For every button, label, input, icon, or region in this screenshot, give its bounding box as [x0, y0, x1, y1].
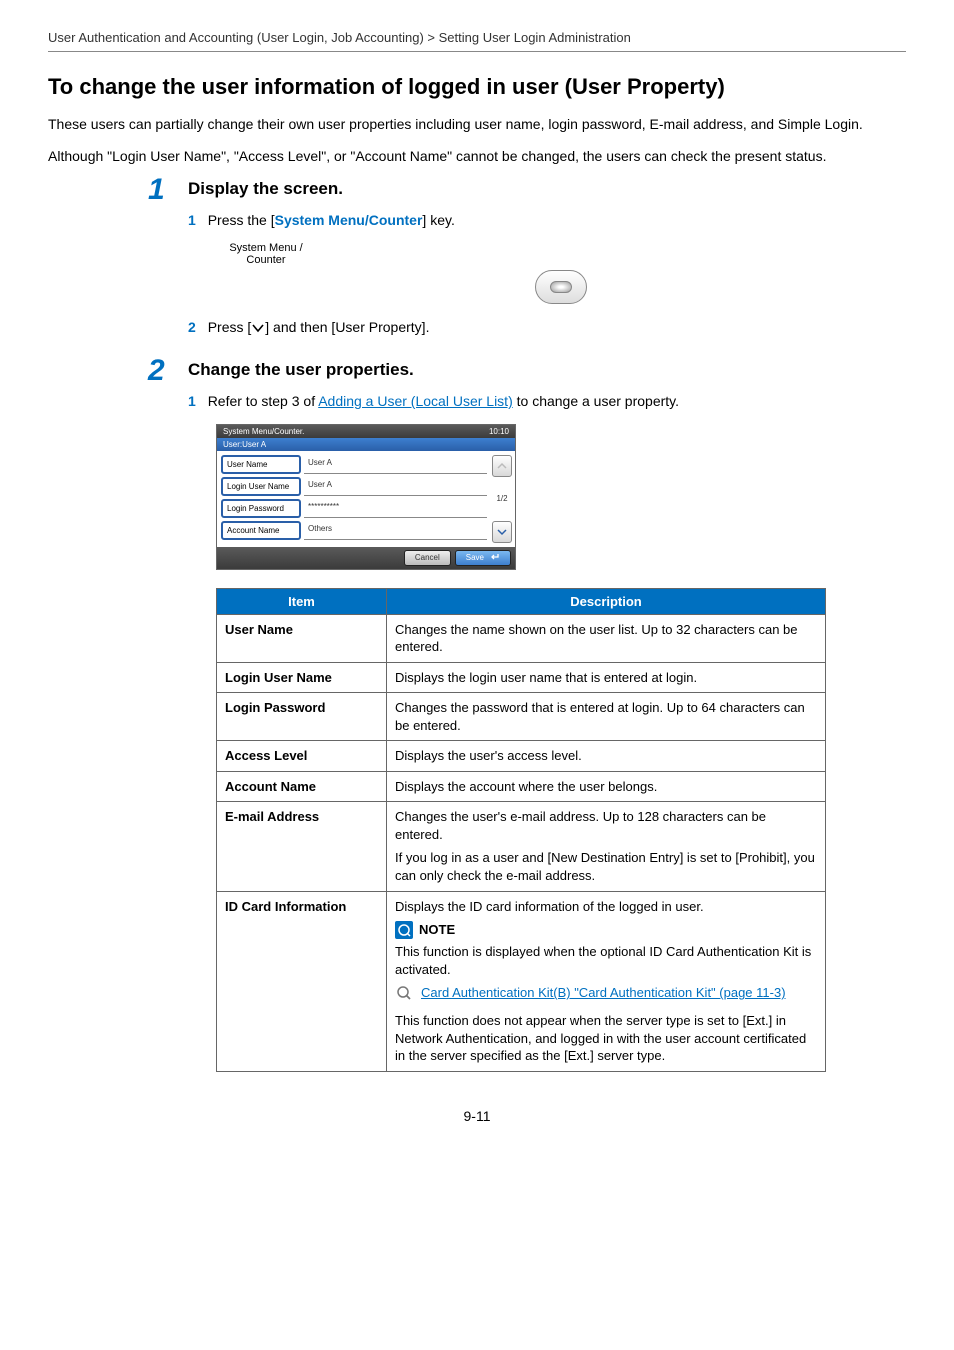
- item-cell: E-mail Address: [217, 802, 387, 891]
- chevron-down-icon: [251, 318, 265, 338]
- device-save-button[interactable]: Save: [455, 550, 511, 566]
- step-1-title: Display the screen.: [188, 179, 906, 199]
- sub-text-post: to change a user property.: [513, 393, 679, 409]
- item-cell: Access Level: [217, 741, 387, 772]
- device-subtitle: User:User A: [217, 438, 515, 451]
- scroll-down-button[interactable]: [492, 521, 512, 543]
- step-1-sub-2: 2 Press [ ] and then [User Property].: [188, 318, 906, 338]
- item-cell: ID Card Information: [217, 891, 387, 1071]
- col-desc-header: Description: [387, 588, 826, 614]
- step-1: 1 Display the screen. 1 Press the [Syste…: [188, 179, 906, 338]
- hardware-key-figure: System Menu / Counter: [216, 242, 906, 304]
- hw-label-line1: System Menu /: [216, 242, 316, 254]
- sub-text-pre: Refer to step 3 of: [208, 393, 319, 409]
- device-row-label[interactable]: Login Password: [221, 499, 301, 518]
- sub-number: 2: [188, 319, 196, 335]
- sub-number: 1: [188, 212, 196, 228]
- device-row-label[interactable]: Login User Name: [221, 477, 301, 496]
- page-title: To change the user information of logged…: [48, 74, 906, 100]
- intro-para-2: Although "Login User Name", "Access Leve…: [48, 146, 906, 166]
- breadcrumb: User Authentication and Accounting (User…: [48, 30, 906, 52]
- device-row: Account Name Others: [221, 521, 487, 540]
- desc-cell: Changes the user's e-mail address. Up to…: [387, 802, 826, 891]
- device-row-value: **********: [304, 499, 487, 518]
- card-auth-kit-link[interactable]: Card Authentication Kit(B) "Card Authent…: [421, 984, 786, 1002]
- adding-user-link[interactable]: Adding a User (Local User List): [318, 393, 513, 409]
- step-2-number: 2: [148, 354, 165, 388]
- device-time: 10:10: [489, 427, 509, 436]
- sub-text-pre: Press the [: [208, 212, 275, 228]
- hardware-button-icon: [535, 270, 587, 304]
- note-label: NOTE: [419, 921, 455, 939]
- step-2: 2 Change the user properties. 1 Refer to…: [188, 360, 906, 1072]
- sub-number: 1: [188, 393, 196, 409]
- device-row-value: User A: [304, 455, 487, 474]
- device-save-label: Save: [466, 553, 484, 562]
- intro-para-1: These users can partially change their o…: [48, 114, 906, 134]
- system-menu-counter-key: System Menu/Counter: [275, 212, 423, 228]
- table-row: Login User Name Displays the login user …: [217, 662, 826, 693]
- desc-tail: This function does not appear when the s…: [395, 1012, 817, 1065]
- page-number: 9-11: [48, 1108, 906, 1124]
- table-row: Account Name Displays the account where …: [217, 771, 826, 802]
- table-row: E-mail Address Changes the user's e-mail…: [217, 802, 826, 891]
- desc-cell: Displays the login user name that is ent…: [387, 662, 826, 693]
- link-icon: [395, 984, 413, 1002]
- sub-text-post: ] and then [User Property].: [265, 319, 429, 335]
- desc-cell: Changes the password that is entered at …: [387, 693, 826, 741]
- device-row: Login Password **********: [221, 499, 487, 518]
- table-row: User Name Changes the name shown on the …: [217, 614, 826, 662]
- item-cell: User Name: [217, 614, 387, 662]
- item-cell: Login Password: [217, 693, 387, 741]
- device-title: System Menu/Counter.: [223, 427, 304, 436]
- desc-cell: Changes the name shown on the user list.…: [387, 614, 826, 662]
- device-row-value: User A: [304, 477, 487, 496]
- step-1-sub-1: 1 Press the [System Menu/Counter] key.: [188, 211, 906, 231]
- table-row: ID Card Information Displays the ID card…: [217, 891, 826, 1071]
- step-2-sub-1: 1 Refer to step 3 of Adding a User (Loca…: [188, 392, 906, 412]
- desc-cell: Displays the ID card information of the …: [387, 891, 826, 1071]
- device-page-indicator: 1/2: [496, 494, 507, 503]
- device-row: User Name User A: [221, 455, 487, 474]
- device-cancel-button[interactable]: Cancel: [404, 550, 451, 566]
- item-cell: Login User Name: [217, 662, 387, 693]
- properties-table: Item Description User Name Changes the n…: [216, 588, 826, 1072]
- device-row-value: Others: [304, 521, 487, 540]
- note-body: This function is displayed when the opti…: [395, 943, 817, 978]
- scroll-up-button[interactable]: [492, 455, 512, 477]
- device-row-label[interactable]: Account Name: [221, 521, 301, 540]
- desc-line: If you log in as a user and [New Destina…: [395, 849, 817, 884]
- item-cell: Account Name: [217, 771, 387, 802]
- desc-line: Changes the user's e-mail address. Up to…: [395, 808, 817, 843]
- desc-cell: Displays the account where the user belo…: [387, 771, 826, 802]
- table-row: Login Password Changes the password that…: [217, 693, 826, 741]
- step-1-number: 1: [148, 173, 165, 207]
- step-2-title: Change the user properties.: [188, 360, 906, 380]
- col-item-header: Item: [217, 588, 387, 614]
- note-icon: [395, 921, 413, 939]
- desc-line: Displays the ID card information of the …: [395, 898, 817, 916]
- device-screenshot: System Menu/Counter. 10:10 User:User A U…: [216, 424, 516, 570]
- device-row-label[interactable]: User Name: [221, 455, 301, 474]
- sub-text-post: ] key.: [422, 212, 454, 228]
- hw-label-line2: Counter: [216, 254, 316, 266]
- table-row: Access Level Displays the user's access …: [217, 741, 826, 772]
- enter-icon: [490, 553, 500, 563]
- sub-text-pre: Press [: [208, 319, 252, 335]
- device-row: Login User Name User A: [221, 477, 487, 496]
- desc-cell: Displays the user's access level.: [387, 741, 826, 772]
